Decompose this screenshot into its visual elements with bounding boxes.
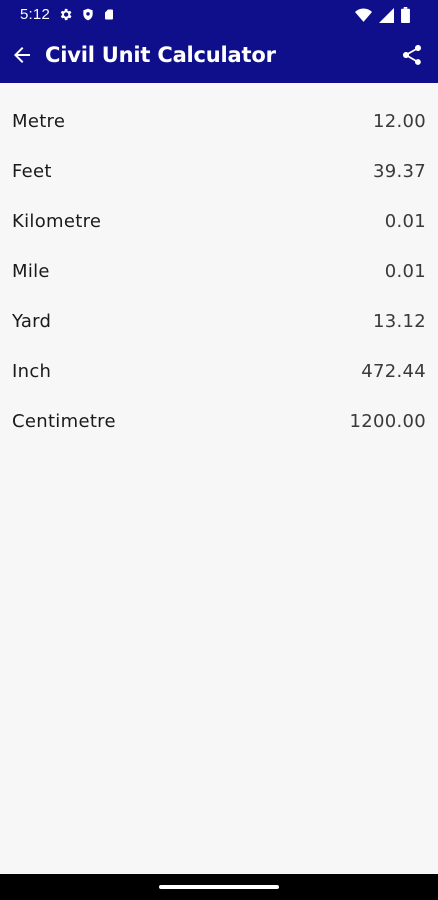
- unit-name: Feet: [12, 160, 52, 182]
- unit-row-mile: Mile 0.01: [0, 246, 438, 296]
- battery-icon: [401, 7, 410, 27]
- share-icon: [400, 43, 424, 71]
- unit-value: 1200.00: [349, 410, 426, 432]
- unit-list: Metre 12.00 Feet 39.37 Kilometre 0.01 Mi…: [0, 96, 438, 446]
- shield-icon: [81, 7, 95, 26]
- back-button[interactable]: [8, 43, 36, 71]
- unit-row-kilometre: Kilometre 0.01: [0, 196, 438, 246]
- page-title: Civil Unit Calculator: [45, 43, 276, 67]
- unit-row-feet: Feet 39.37: [0, 146, 438, 196]
- status-bar: 5:12: [0, 0, 438, 31]
- app-bar: Civil Unit Calculator: [0, 31, 438, 83]
- share-button[interactable]: [398, 43, 426, 71]
- unit-row-centimetre: Centimetre 1200.00: [0, 396, 438, 446]
- unit-row-inch: Inch 472.44: [0, 346, 438, 396]
- wifi-icon: [355, 7, 372, 27]
- status-time: 5:12: [20, 6, 50, 23]
- unit-value: 472.44: [361, 360, 426, 382]
- home-gesture-handle[interactable]: [159, 885, 279, 889]
- navigation-bar: [0, 874, 438, 900]
- unit-row-metre: Metre 12.00: [0, 96, 438, 146]
- unit-value: 39.37: [372, 160, 426, 182]
- arrow-back-icon: [10, 43, 34, 71]
- sim-card-icon: [103, 7, 115, 26]
- status-icons-right: [355, 7, 410, 27]
- unit-value: 12.00: [372, 110, 426, 132]
- unit-name: Centimetre: [12, 410, 116, 432]
- status-icons-left: [58, 7, 115, 26]
- unit-name: Inch: [12, 360, 52, 382]
- unit-row-yard: Yard 13.12: [0, 296, 438, 346]
- settings-icon: [58, 7, 73, 26]
- unit-name: Metre: [12, 110, 66, 132]
- unit-value: 13.12: [372, 310, 426, 332]
- unit-name: Kilometre: [12, 210, 102, 232]
- unit-value: 0.01: [384, 210, 426, 232]
- unit-value: 0.01: [384, 260, 426, 282]
- unit-name: Yard: [12, 310, 52, 332]
- signal-icon: [379, 7, 394, 27]
- unit-name: Mile: [12, 260, 50, 282]
